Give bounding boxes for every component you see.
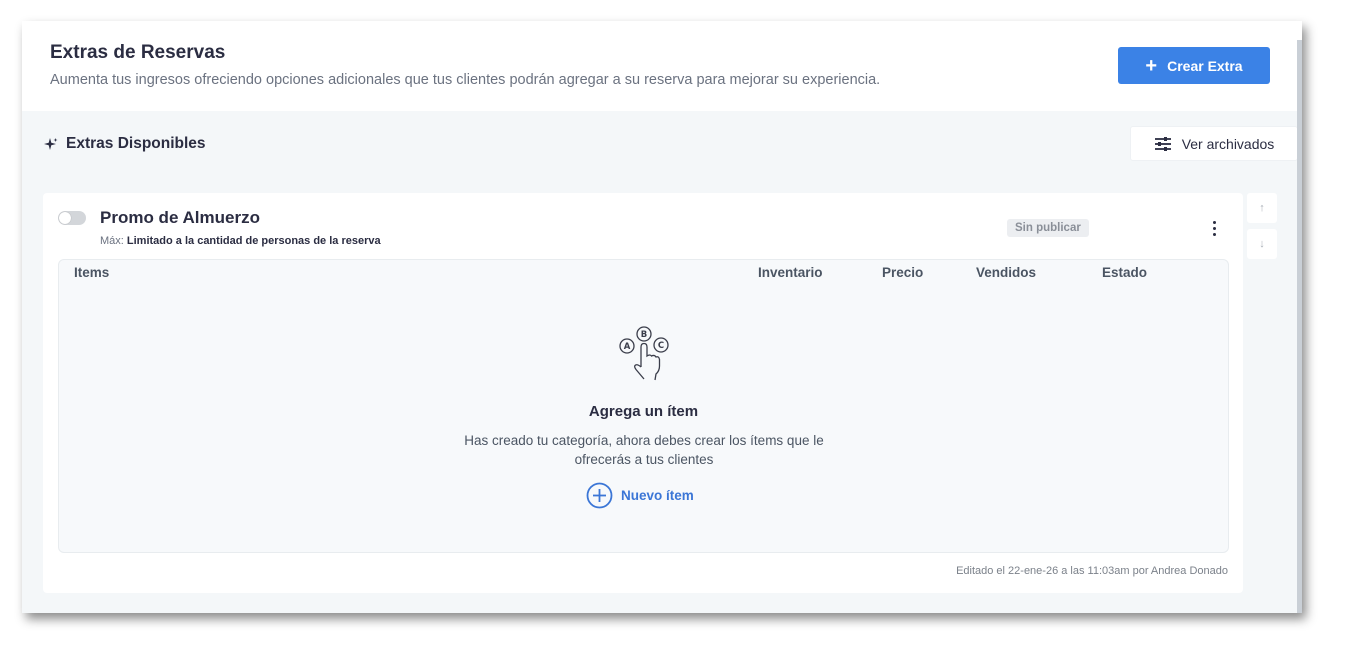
new-item-button[interactable]: Nuevo ítem xyxy=(586,482,694,509)
publish-toggle[interactable] xyxy=(58,211,86,225)
svg-text:A: A xyxy=(624,342,631,352)
section-header: Extras Disponibles Ver archivados xyxy=(44,126,1298,167)
view-archived-button[interactable]: Ver archivados xyxy=(1130,126,1298,161)
kebab-menu-icon[interactable] xyxy=(1207,217,1221,239)
page-header: Extras de Reservas Aumenta tus ingresos … xyxy=(22,21,1302,111)
sparkle-icon xyxy=(44,138,58,150)
section-title-label: Extras Disponibles xyxy=(66,135,206,152)
extra-title[interactable]: Promo de Almuerzo xyxy=(100,208,260,228)
items-table: Items Inventario Precio Vendidos Estado … xyxy=(58,259,1229,553)
column-header-status: Estado xyxy=(1102,265,1148,280)
create-extra-button[interactable]: + Crear Extra xyxy=(1118,47,1270,84)
page-title: Extras de Reservas xyxy=(50,42,226,63)
window-scroll-edge xyxy=(1297,40,1302,613)
new-item-label: Nuevo ítem xyxy=(621,488,694,503)
view-archived-label: Ver archivados xyxy=(1181,135,1275,152)
plus-icon: + xyxy=(1145,54,1158,77)
extras-window: Extras de Reservas Aumenta tus ingresos … xyxy=(22,21,1302,613)
column-header-inventory: Inventario xyxy=(758,265,823,280)
arrow-down-icon: ↓ xyxy=(1259,238,1265,250)
max-label: Máx: xyxy=(100,235,124,247)
svg-text:C: C xyxy=(658,341,664,351)
add-circle-icon xyxy=(586,482,613,509)
column-header-price: Precio xyxy=(882,265,924,280)
create-extra-label: Crear Extra xyxy=(1167,57,1243,74)
svg-text:B: B xyxy=(641,330,647,340)
abc-choice-icon: A B C xyxy=(619,326,669,381)
extra-card: Promo de Almuerzo Máx: Limitado a la can… xyxy=(43,193,1243,593)
extra-max-info: Máx: Limitado a la cantidad de personas … xyxy=(100,235,381,247)
empty-state-title: Agrega un ítem xyxy=(588,403,699,420)
max-value: Limitado a la cantidad de personas de la… xyxy=(126,235,381,247)
empty-state-description: Has creado tu categoría, ahora debes cre… xyxy=(464,433,824,467)
column-header-items: Items xyxy=(74,265,110,280)
arrow-up-icon: ↑ xyxy=(1259,202,1265,214)
move-up-button[interactable]: ↑ xyxy=(1247,193,1277,223)
status-badge: Sin publicar xyxy=(1007,219,1089,237)
move-down-button[interactable]: ↓ xyxy=(1247,229,1277,259)
sliders-icon xyxy=(1154,136,1171,151)
page-subtitle: Aumenta tus ingresos ofreciendo opciones… xyxy=(50,72,881,88)
edited-info: Editado el 22-ene-26 a las 11:03am por A… xyxy=(956,565,1228,577)
section-title: Extras Disponibles xyxy=(44,135,206,153)
column-header-sold: Vendidos xyxy=(976,265,1037,280)
